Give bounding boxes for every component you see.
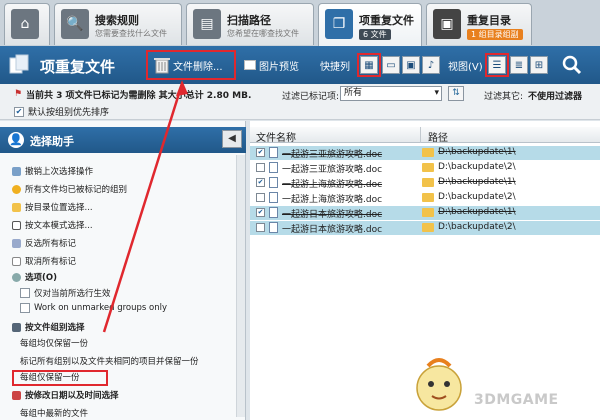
folder-icon bbox=[422, 223, 434, 232]
file-name: 一起游日本旅游攻略.doc bbox=[282, 225, 383, 235]
watermark-text: 3DMGAME bbox=[474, 392, 559, 408]
file-name: 一起游上海旅游攻略.doc bbox=[282, 180, 383, 190]
column-header-path[interactable]: 路径 bbox=[428, 129, 448, 144]
document-icon bbox=[269, 177, 278, 188]
row-checkbox[interactable] bbox=[256, 163, 265, 172]
folder-icon bbox=[422, 193, 434, 202]
table-row[interactable]: ✔ 一起游三亚旅游攻略.doc D:\backupdate\1\ bbox=[250, 146, 600, 160]
file-path: D:\backupdate\2\ bbox=[438, 222, 516, 232]
folder-icon bbox=[422, 163, 434, 172]
file-path: D:\backupdate\1\ bbox=[438, 147, 516, 157]
file-path: D:\backupdate\2\ bbox=[438, 192, 516, 202]
file-path: D:\backupdate\1\ bbox=[438, 177, 516, 187]
document-icon bbox=[269, 207, 278, 218]
table-row[interactable]: ✔ 一起游日本旅游攻略.doc D:\backupdate\1\ bbox=[250, 206, 600, 220]
file-name: 一起游三亚旅游攻略.doc bbox=[282, 150, 383, 160]
file-path: D:\backupdate\1\ bbox=[438, 207, 516, 217]
file-name: 一起游上海旅游攻略.doc bbox=[282, 195, 383, 205]
row-checkbox[interactable] bbox=[256, 223, 265, 232]
table-row[interactable]: 一起游日本旅游攻略.doc D:\backupdate\2\ bbox=[250, 221, 600, 235]
mascot-logo bbox=[416, 358, 462, 411]
folder-icon bbox=[422, 178, 434, 187]
table-row[interactable]: 一起游上海旅游攻略.doc D:\backupdate\2\ bbox=[250, 191, 600, 205]
row-checkbox[interactable] bbox=[256, 193, 265, 202]
row-checkbox[interactable]: ✔ bbox=[256, 148, 265, 157]
row-checkbox[interactable]: ✔ bbox=[256, 178, 265, 187]
row-checkbox[interactable]: ✔ bbox=[256, 208, 265, 217]
column-header-name[interactable]: 文件名称 bbox=[256, 129, 296, 144]
file-path: D:\backupdate\2\ bbox=[438, 162, 516, 172]
table-header: 文件名称 路径 bbox=[250, 127, 600, 144]
table-row[interactable]: 一起游三亚旅游攻略.doc D:\backupdate\2\ bbox=[250, 161, 600, 175]
folder-icon bbox=[422, 148, 434, 157]
document-icon bbox=[269, 162, 278, 173]
file-name: 一起游日本旅游攻略.doc bbox=[282, 210, 383, 220]
file-name: 一起游三亚旅游攻略.doc bbox=[282, 165, 383, 175]
document-icon bbox=[269, 192, 278, 203]
document-icon bbox=[269, 222, 278, 233]
document-icon bbox=[269, 147, 278, 158]
table-row[interactable]: ✔ 一起游上海旅游攻略.doc D:\backupdate\1\ bbox=[250, 176, 600, 190]
folder-icon bbox=[422, 208, 434, 217]
